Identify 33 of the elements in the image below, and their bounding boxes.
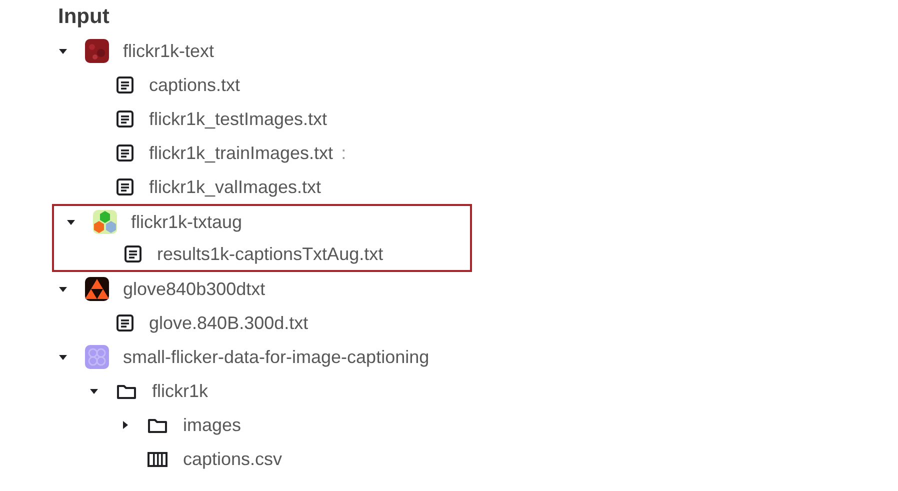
document-icon: [116, 144, 134, 162]
document-icon: [116, 110, 134, 128]
document-icon: [116, 178, 134, 196]
file-name[interactable]: captions.csv: [183, 448, 282, 470]
document-icon: [124, 245, 142, 263]
file-name[interactable]: glove.840B.300d.txt: [149, 312, 308, 334]
dataset-name[interactable]: glove840b300dtxt: [123, 278, 266, 300]
caret-icon[interactable]: [58, 284, 68, 294]
dataset-icon: [85, 345, 109, 369]
document-icon: [116, 76, 134, 94]
dataset-icon: [93, 210, 117, 234]
dataset-icon: [85, 39, 109, 63]
file-name[interactable]: flickr1k_testImages.txt: [149, 108, 328, 130]
dataset-name[interactable]: flickr1k-txtaug: [131, 212, 242, 232]
folder-name[interactable]: images: [183, 414, 242, 436]
caret-icon[interactable]: [58, 352, 68, 362]
file-name[interactable]: flickr1k_trainImages.txt: [149, 142, 334, 164]
folder-icon: [147, 416, 168, 434]
document-icon: [116, 314, 134, 332]
file-name[interactable]: flickr1k_valImages.txt: [149, 176, 322, 198]
dataset-name[interactable]: flickr1k-text: [123, 40, 214, 62]
file-name[interactable]: results1k-captionsTxtAug.txt: [157, 244, 384, 264]
folder-icon: [116, 382, 137, 400]
caret-icon[interactable]: [66, 217, 76, 227]
caret-icon[interactable]: [89, 386, 99, 396]
table-icon: [147, 450, 168, 468]
dataset-icon: [85, 277, 109, 301]
panel-title: Input: [57, 4, 110, 30]
dataset-name[interactable]: small-flicker-data-for-image-captioning: [123, 346, 430, 368]
caret-icon[interactable]: [120, 420, 130, 430]
file-name[interactable]: captions.txt: [149, 74, 240, 96]
folder-name[interactable]: flickr1k: [152, 380, 208, 402]
caret-icon[interactable]: [58, 46, 68, 56]
